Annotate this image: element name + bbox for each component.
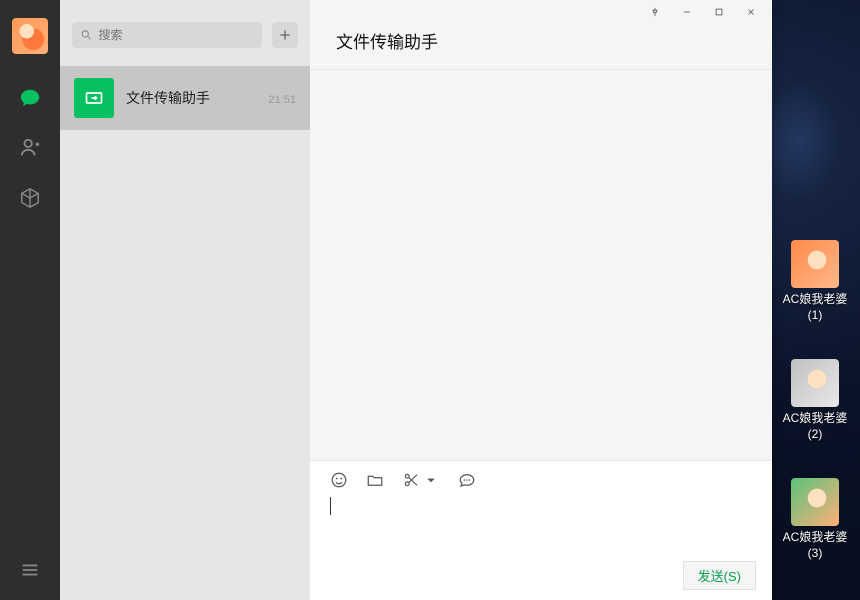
chat-item-meta: 文件传输助手 21:51 <box>126 88 296 108</box>
maximize-button[interactable] <box>704 1 734 23</box>
chat-dots-icon <box>458 471 476 489</box>
chat-list-item[interactable]: 文件传输助手 21:51 <box>60 66 310 130</box>
desktop-shortcut[interactable]: AC娘我老婆 (3) <box>776 478 854 561</box>
contacts-icon <box>19 137 41 159</box>
add-button[interactable] <box>272 22 298 48</box>
chat-item-time: 21:51 <box>268 94 296 106</box>
maximize-icon <box>714 7 724 17</box>
shortcut-thumbnail <box>791 240 839 288</box>
compose-input[interactable] <box>310 493 772 561</box>
close-icon <box>746 7 756 17</box>
hamburger-icon <box>19 559 41 581</box>
pin-icon <box>650 7 660 17</box>
emoji-button[interactable] <box>330 471 348 489</box>
search-icon <box>80 28 93 42</box>
close-button[interactable] <box>736 1 766 23</box>
messages-area[interactable] <box>310 70 772 460</box>
minimize-icon <box>682 7 692 17</box>
nav-miniprograms[interactable] <box>10 178 50 218</box>
shortcut-label: AC娘我老婆 (1) <box>776 292 854 323</box>
screenshot-button[interactable] <box>402 471 440 489</box>
window-titlebar <box>310 0 772 24</box>
folder-icon <box>366 471 384 489</box>
chat-item-title: 文件传输助手 <box>126 88 210 108</box>
cube-icon <box>19 187 41 209</box>
shortcut-label: AC娘我老婆 (2) <box>776 411 854 442</box>
nav-menu[interactable] <box>10 550 50 590</box>
desktop-shortcut[interactable]: AC娘我老婆 (1) <box>776 240 854 323</box>
chat-panel: 文件传输助手 发送(S <box>310 0 772 600</box>
composer-toolbar <box>310 461 772 493</box>
shortcut-label: AC娘我老婆 (3) <box>776 530 854 561</box>
shortcut-thumbnail <box>791 359 839 407</box>
chat-history-button[interactable] <box>458 471 476 489</box>
desktop-icons: AC娘我老婆 (1) AC娘我老婆 (2) AC娘我老婆 (3) <box>776 240 854 562</box>
search-input[interactable] <box>99 28 254 42</box>
nav-chat[interactable] <box>10 78 50 118</box>
file-transfer-icon <box>84 88 104 108</box>
minimize-button[interactable] <box>672 1 702 23</box>
chevron-down-icon <box>422 471 440 489</box>
user-avatar[interactable] <box>12 18 48 54</box>
plus-icon <box>277 27 293 43</box>
text-cursor <box>330 497 331 515</box>
chat-app-window: 文件传输助手 21:51 文件传输助手 <box>0 0 772 600</box>
file-button[interactable] <box>366 471 384 489</box>
composer: 发送(S) <box>310 460 772 600</box>
sidebar <box>0 0 60 600</box>
nav-contacts[interactable] <box>10 128 50 168</box>
pin-button[interactable] <box>640 1 670 23</box>
chat-bubble-icon <box>19 87 41 109</box>
scissors-icon <box>402 471 420 489</box>
chat-header-title: 文件传输助手 <box>310 24 772 70</box>
search-box[interactable] <box>72 22 262 48</box>
shortcut-thumbnail <box>791 478 839 526</box>
emoji-icon <box>330 471 348 489</box>
chat-list-panel: 文件传输助手 21:51 <box>60 0 310 600</box>
desktop-shortcut[interactable]: AC娘我老婆 (2) <box>776 359 854 442</box>
chat-avatar-file-transfer <box>74 78 114 118</box>
send-button[interactable]: 发送(S) <box>683 561 756 590</box>
search-row <box>60 0 310 66</box>
